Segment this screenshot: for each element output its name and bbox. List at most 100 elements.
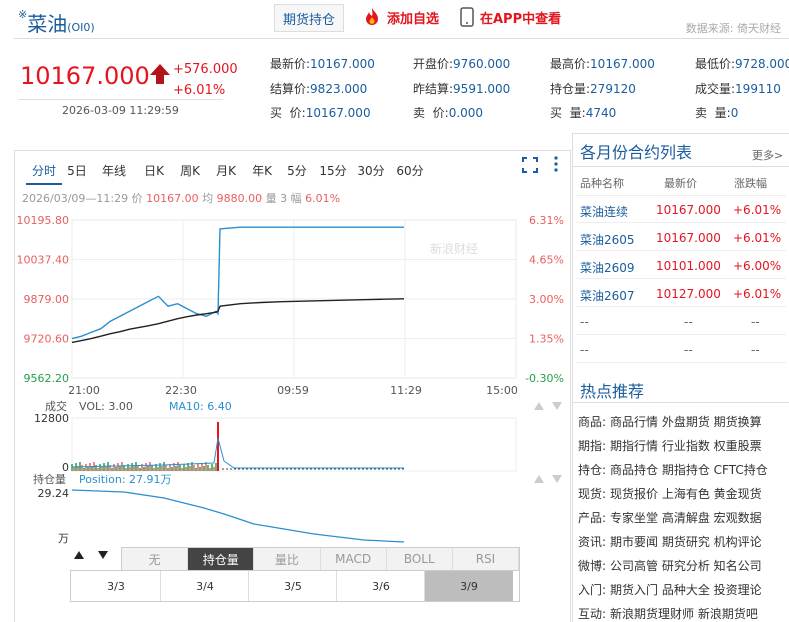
quote-label: 最低价: xyxy=(695,57,736,71)
symbol-code: (OI0) xyxy=(67,21,95,34)
tab-period[interactable]: 30分 xyxy=(352,157,390,183)
tab-period[interactable]: 5日 xyxy=(62,157,92,183)
indicator-tab[interactable]: MACD xyxy=(321,548,387,570)
star-icon: ※ xyxy=(18,8,28,21)
hot-links[interactable]: 专家坐堂 高清解盘 宏观数据 xyxy=(610,511,762,525)
info-price-label: 价 xyxy=(131,192,143,205)
contract-row[interactable]: -- -- -- xyxy=(576,310,786,336)
more-menu-icon[interactable] xyxy=(553,155,559,173)
quote-value: 9728.000 xyxy=(735,57,789,71)
triangle-up-icon xyxy=(74,551,84,559)
quote-item: 最高价:10167.000 xyxy=(550,55,655,72)
quote-item: 卖 量:0 xyxy=(695,104,738,121)
contracts-header: 涨跌幅 xyxy=(734,177,767,190)
tab-period[interactable]: 月K xyxy=(208,157,244,183)
quote-item: 最新价:10167.000 xyxy=(270,55,375,72)
fullscreen-icon[interactable] xyxy=(522,157,538,173)
collapse-up-icon[interactable] xyxy=(534,402,544,410)
hot-category: 微博: xyxy=(578,559,607,573)
hot-links[interactable]: 公司高管 研究分析 知名公司 xyxy=(610,559,762,573)
info-amp: 6.01% xyxy=(305,192,341,205)
y-tick-left: 9879.00 xyxy=(24,293,70,306)
hot-category: 商品: xyxy=(578,415,607,429)
add-favorite-button[interactable]: 添加自选 xyxy=(362,4,439,30)
quote-item: 最低价:9728.000 xyxy=(695,55,789,72)
indicator-tab[interactable]: 持仓量 xyxy=(188,548,255,570)
contract-price: 10167.000 xyxy=(656,231,721,245)
add-favorite-label: 添加自选 xyxy=(387,11,440,27)
hot-links[interactable]: 商品持仓 期指持仓 CFTC持仓 xyxy=(610,463,768,477)
tab-period[interactable]: 5分 xyxy=(280,157,314,183)
date-cell[interactable]: 3/6 xyxy=(336,571,425,601)
y-tick-right: 4.65% xyxy=(529,254,564,267)
tab-period[interactable]: 分时 xyxy=(26,157,62,185)
indicator-tab[interactable]: RSI xyxy=(453,548,520,570)
contract-price: -- xyxy=(684,343,693,357)
hot-row: 现货: 现货报价 上海有色 黄金现货 xyxy=(578,485,762,502)
quote-value: 10167.000 xyxy=(310,57,375,71)
info-vol: 3 xyxy=(280,192,288,205)
contract-name: 菜油2605 xyxy=(580,233,635,247)
info-avg-label: 均 xyxy=(202,192,214,205)
date-cell[interactable]: 3/4 xyxy=(160,571,249,601)
quote-label: 开盘价: xyxy=(413,57,454,71)
indicator-tab[interactable]: BOLL xyxy=(387,548,453,570)
scroll-left-button[interactable] xyxy=(73,549,85,564)
x-tick: 11:29 xyxy=(390,384,422,397)
tab-period[interactable]: 15分 xyxy=(314,157,352,183)
hot-links[interactable]: 新浪期货理财师 新浪期货吧 xyxy=(610,607,758,621)
phone-icon xyxy=(460,7,474,27)
tab-period[interactable]: 年线 xyxy=(92,157,136,183)
contract-price: -- xyxy=(684,315,693,329)
collapse-up-icon[interactable] xyxy=(534,475,544,483)
info-vol-label: 量 xyxy=(265,192,277,205)
date-navigator[interactable]: 3/3 3/4 3/5 3/6 3/9 xyxy=(70,570,520,602)
change-value: +576.000 xyxy=(173,62,238,77)
contract-row[interactable]: 菜油连续 10167.000 +6.01% xyxy=(576,198,786,224)
date-cell[interactable]: 3/3 xyxy=(72,571,160,601)
tab-period[interactable]: 周K xyxy=(172,157,208,183)
row-divider xyxy=(576,334,786,335)
date-cell[interactable]: 3/9 xyxy=(424,571,513,601)
hot-title: 热点推荐 xyxy=(580,382,645,401)
price-divider xyxy=(18,99,223,100)
date-label: 3/9 xyxy=(460,579,478,593)
tab-period[interactable]: 日K xyxy=(136,157,172,183)
collapse-down-icon[interactable] xyxy=(552,402,562,410)
holdings-button[interactable]: 期货持仓 xyxy=(274,4,344,32)
average-line xyxy=(71,298,405,344)
tab-period[interactable]: 年K xyxy=(244,157,280,183)
tab-period[interactable]: 60分 xyxy=(390,157,430,183)
date-label: 3/5 xyxy=(284,579,302,593)
hot-links[interactable]: 期指行情 行业指数 权重股票 xyxy=(610,439,762,453)
hot-links[interactable]: 期货入门 品种大全 投资理论 xyxy=(610,583,762,597)
date-cell[interactable]: 3/5 xyxy=(248,571,337,601)
open-app-button[interactable]: 在APP中查看 xyxy=(460,4,561,30)
more-link[interactable]: 更多> xyxy=(752,147,783,163)
contract-row[interactable]: -- -- -- xyxy=(576,338,786,364)
quote-value: 279120 xyxy=(590,82,636,96)
indicator-tab[interactable]: 量比 xyxy=(254,548,321,570)
contract-row[interactable]: 菜油2609 10101.000 +6.00% xyxy=(576,254,786,280)
y-tick-left: 10195.80 xyxy=(17,214,70,227)
hot-links[interactable]: 现货报价 上海有色 黄金现货 xyxy=(610,487,762,501)
volume-label: 成交 xyxy=(45,399,67,413)
indicator-tab[interactable]: 无 xyxy=(122,548,189,570)
contract-change: +6.01% xyxy=(733,231,782,245)
hot-category: 入门: xyxy=(578,583,607,597)
y-tick-right: -0.30% xyxy=(525,372,564,385)
y-tick-right: 6.31% xyxy=(529,214,564,227)
row-divider xyxy=(576,306,786,307)
scroll-right-button[interactable] xyxy=(97,549,109,564)
contract-row[interactable]: 菜油2605 10167.000 +6.01% xyxy=(576,226,786,252)
collapse-down-icon[interactable] xyxy=(552,475,562,483)
row-divider xyxy=(576,362,786,363)
timeshare-chart[interactable]: 10195.80 10037.40 9879.00 9720.60 9562.20 6.3… xyxy=(14,205,570,547)
quote-value: 9760.000 xyxy=(453,57,511,71)
position-text: Position: 27.91万 xyxy=(79,473,172,486)
volume-y-tick: 12800 xyxy=(34,412,69,425)
contract-row[interactable]: 菜油2607 10127.000 +6.01% xyxy=(576,282,786,308)
header-divider xyxy=(14,38,789,39)
hot-links[interactable]: 商品行情 外盘期货 期货换算 xyxy=(610,415,762,429)
hot-links[interactable]: 期市要闻 期货研究 机构评论 xyxy=(610,535,762,549)
